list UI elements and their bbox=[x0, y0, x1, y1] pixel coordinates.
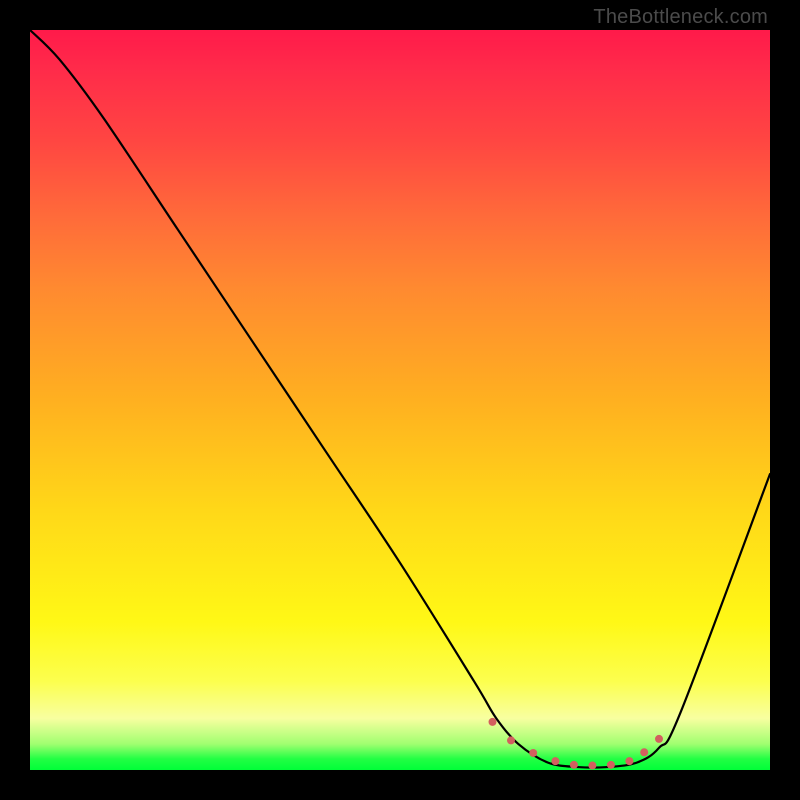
marker-dot bbox=[640, 748, 648, 756]
marker-dot bbox=[588, 762, 596, 770]
marker-dot bbox=[625, 757, 633, 765]
marker-dot bbox=[551, 757, 559, 765]
marker-dot bbox=[529, 749, 537, 757]
chart-container: TheBottleneck.com bbox=[0, 0, 800, 800]
marker-dot bbox=[607, 761, 615, 769]
plot-area bbox=[30, 30, 770, 770]
marker-dot bbox=[507, 736, 515, 744]
chart-svg bbox=[30, 30, 770, 770]
bottleneck-curve bbox=[30, 30, 770, 768]
marker-dot bbox=[570, 761, 578, 769]
marker-dot bbox=[489, 718, 497, 726]
attribution-label: TheBottleneck.com bbox=[593, 6, 768, 29]
marker-dot bbox=[655, 735, 663, 743]
